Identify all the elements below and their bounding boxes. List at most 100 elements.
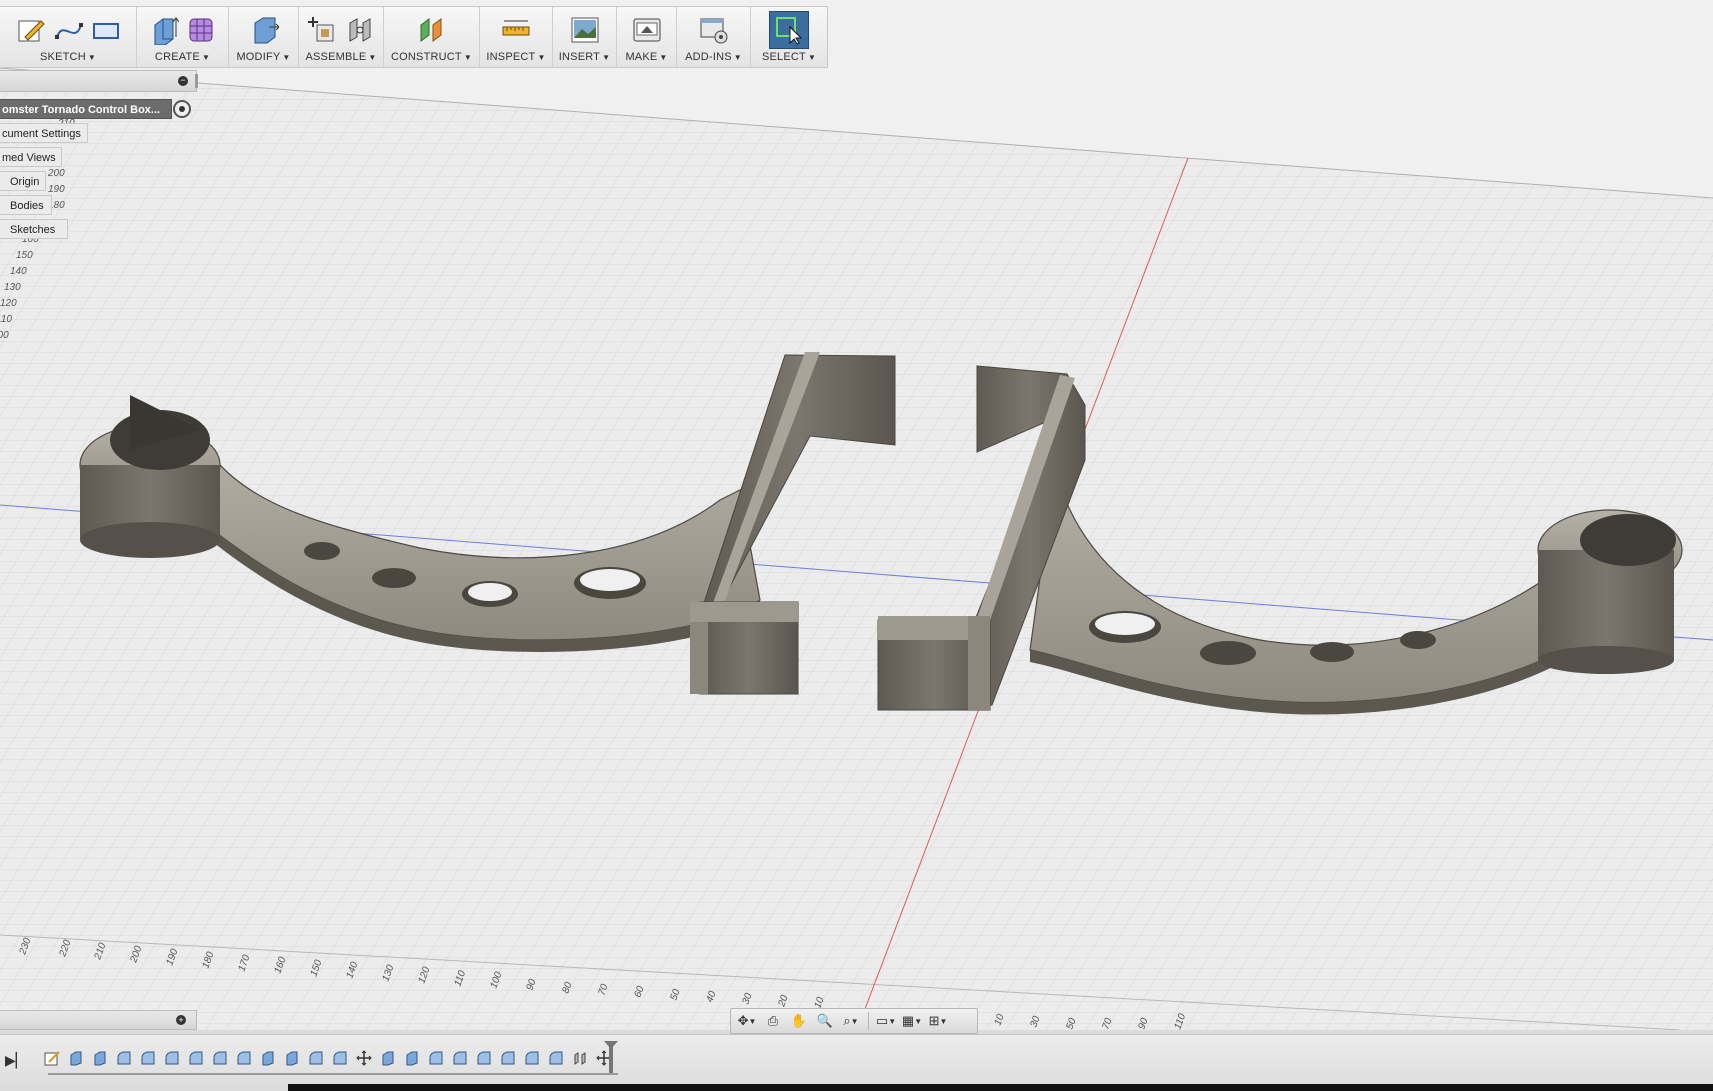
toolbar-label-assemble: ASSEMBLE xyxy=(305,51,367,63)
timeline-feature-extrude-icon[interactable] xyxy=(404,1049,420,1067)
timeline-feature-extrude-icon[interactable] xyxy=(260,1049,276,1067)
browser-panel-header[interactable]: − xyxy=(0,70,198,92)
browser-item-label: Origin xyxy=(10,176,40,188)
browser-item-named-views[interactable]: med Views xyxy=(0,147,62,167)
ruler-left-label: 200 xyxy=(47,168,65,179)
toolbar-label-select: SELECT xyxy=(761,51,806,63)
timeline-feature-fillet-icon[interactable] xyxy=(500,1049,516,1067)
toolbar-group-insert[interactable]: INSERT ▼ xyxy=(553,7,617,67)
ruler-left-label: 150 xyxy=(16,250,33,261)
fit-icon[interactable]: ⌕ ▼ xyxy=(839,1011,863,1031)
scripts-addins-icon[interactable] xyxy=(698,14,730,46)
browser-root-item[interactable]: omster Tornado Control Box... xyxy=(0,99,172,119)
toolbar-group-inspect[interactable]: INSPECT ▼ xyxy=(480,7,553,67)
timeline-feature-fillet-icon[interactable] xyxy=(332,1049,348,1067)
orbit-icon[interactable]: ✥ ▼ xyxy=(735,1011,759,1031)
look-at-icon[interactable]: ⎙ xyxy=(761,1011,785,1031)
timeline-feature-fillet-icon[interactable] xyxy=(212,1049,228,1067)
toolbar-label-create: CREATE xyxy=(154,51,200,63)
toolbar-label-modify: MODIFY xyxy=(236,51,281,63)
nav-separator xyxy=(868,1012,869,1030)
insert-image-icon[interactable] xyxy=(569,14,601,46)
line-spline-icon[interactable] xyxy=(52,14,84,46)
canvas-viewport[interactable]: 210 200 190 180 170 160 150 140 130 120 … xyxy=(0,0,1713,1030)
timeline-feature-joint-icon[interactable] xyxy=(572,1049,588,1067)
timeline-feature-fillet-icon[interactable] xyxy=(524,1049,540,1067)
comments-panel-header[interactable]: + xyxy=(0,1010,197,1030)
toolbar-label-sketch: SKETCH xyxy=(40,51,86,63)
grid-settings-icon[interactable]: ▦ ▼ xyxy=(900,1011,924,1031)
press-pull-icon[interactable] xyxy=(248,14,280,46)
toolbar-group-make[interactable]: MAKE ▼ xyxy=(617,7,677,67)
toolbar-label-make: MAKE xyxy=(625,51,658,63)
create-sketch-icon[interactable] xyxy=(14,14,46,46)
display-settings-icon[interactable]: ▭ ▼ xyxy=(874,1011,898,1031)
browser-item-bodies[interactable]: Bodies xyxy=(0,195,52,215)
timeline-feature-fillet-icon[interactable] xyxy=(308,1049,324,1067)
ruler-left-label: 120 xyxy=(0,298,17,309)
offset-plane-icon[interactable] xyxy=(416,14,448,46)
viewports-icon[interactable]: ⊞ ▼ xyxy=(926,1011,950,1031)
timeline-feature-fillet-icon[interactable] xyxy=(164,1049,180,1067)
ruler-left-label: 190 xyxy=(48,184,65,195)
toolbar-group-assemble[interactable]: ASSEMBLE ▼ xyxy=(299,7,384,67)
scene: 210 200 190 180 170 160 150 140 130 120 … xyxy=(0,67,1713,1030)
form-icon[interactable] xyxy=(186,14,218,46)
timeline: ▶▏ xyxy=(0,1034,1713,1085)
toolbar-label-addins: ADD-INS xyxy=(685,51,732,63)
panel-grip[interactable] xyxy=(195,74,198,88)
browser-item-label: cument Settings xyxy=(2,128,81,140)
timeline-feature-move-icon[interactable] xyxy=(356,1049,372,1067)
toolbar-group-construct[interactable]: CONSTRUCT ▼ xyxy=(384,7,480,67)
timeline-feature-extrude-icon[interactable] xyxy=(68,1049,84,1067)
timeline-feature-fillet-icon[interactable] xyxy=(140,1049,156,1067)
timeline-feature-extrude-icon[interactable] xyxy=(380,1049,396,1067)
toolbar-label-construct: CONSTRUCT xyxy=(391,51,462,63)
timeline-feature-fillet-icon[interactable] xyxy=(452,1049,468,1067)
browser-item-label: Bodies xyxy=(10,200,44,212)
browser-item-document-settings[interactable]: cument Settings xyxy=(0,123,88,143)
navigation-bar: ✥ ▼ ⎙ ✋ 🔍 ⌕ ▼ ▭ ▼ ▦ ▼ ⊞ ▼ xyxy=(730,1008,978,1034)
select-icon[interactable] xyxy=(769,11,809,49)
ruler-left-label: 110 xyxy=(0,314,12,325)
ruler-left-label: 100 xyxy=(0,330,9,341)
ruler-left-label: 130 xyxy=(4,282,21,293)
toolbar-group-modify[interactable]: MODIFY ▼ xyxy=(229,7,299,67)
toolbar-group-create[interactable]: CREATE ▼ xyxy=(137,7,229,67)
3d-print-icon[interactable] xyxy=(631,14,663,46)
activate-component-icon[interactable] xyxy=(173,100,191,118)
timeline-feature-fillet-icon[interactable] xyxy=(188,1049,204,1067)
ruler-left-label: 140 xyxy=(10,266,27,277)
browser-item-label: Sketches xyxy=(10,224,56,236)
timeline-marker[interactable] xyxy=(604,1041,618,1073)
add-comment-icon[interactable]: + xyxy=(176,1015,186,1025)
rectangle-icon[interactable] xyxy=(90,14,122,46)
joint-icon[interactable] xyxy=(344,14,376,46)
zoom-icon[interactable]: 🔍 xyxy=(813,1011,837,1031)
timeline-feature-extrude-icon[interactable] xyxy=(284,1049,300,1067)
toolbar-group-select[interactable]: SELECT ▼ xyxy=(751,7,827,67)
browser-item-label: med Views xyxy=(2,152,56,164)
extrude-icon[interactable] xyxy=(148,14,180,46)
timeline-track xyxy=(48,1073,618,1075)
toolbar-label-inspect: INSPECT xyxy=(486,51,536,63)
timeline-feature-fillet-icon[interactable] xyxy=(236,1049,252,1067)
pan-icon[interactable]: ✋ xyxy=(787,1011,811,1031)
play-to-end-icon[interactable]: ▶▏ xyxy=(5,1052,27,1069)
timeline-feature-fillet-icon[interactable] xyxy=(428,1049,444,1067)
browser-item-sketches[interactable]: Sketches xyxy=(0,219,68,239)
taskbar-edge xyxy=(288,1084,1713,1091)
browser-root-label: omster Tornado Control Box... xyxy=(2,104,161,116)
measure-icon[interactable] xyxy=(500,14,532,46)
timeline-feature-fillet-icon[interactable] xyxy=(548,1049,564,1067)
new-component-icon[interactable] xyxy=(306,14,338,46)
timeline-feature-extrude-icon[interactable] xyxy=(92,1049,108,1067)
main-toolbar: SKETCH ▼ CREATE ▼ MODIFY ▼ ASSEMBLE ▼ CO… xyxy=(0,6,828,68)
browser-item-origin[interactable]: Origin xyxy=(0,171,46,191)
collapse-icon[interactable]: − xyxy=(178,76,188,86)
toolbar-group-addins[interactable]: ADD-INS ▼ xyxy=(677,7,751,67)
timeline-feature-fillet-icon[interactable] xyxy=(476,1049,492,1067)
timeline-feature-fillet-icon[interactable] xyxy=(116,1049,132,1067)
timeline-feature-sketch-icon[interactable] xyxy=(44,1049,60,1067)
toolbar-group-sketch[interactable]: SKETCH ▼ xyxy=(0,7,137,67)
